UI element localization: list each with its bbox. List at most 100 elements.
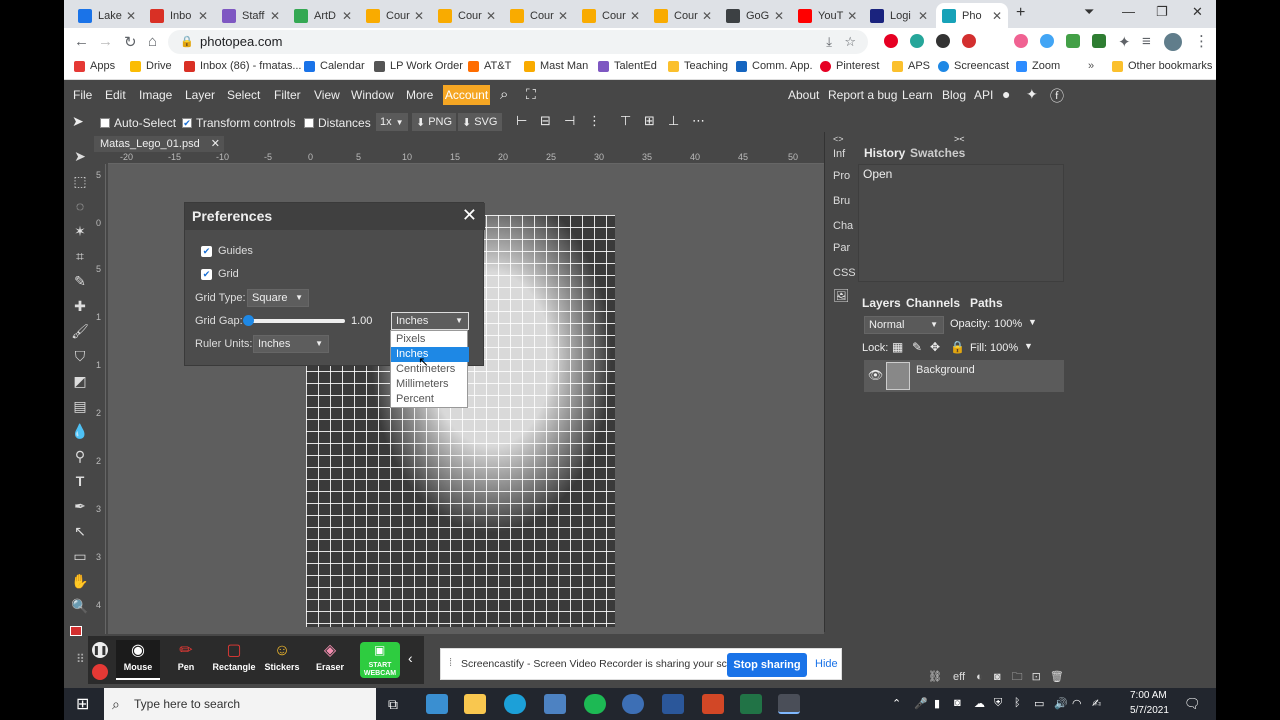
type-tool-icon[interactable]: T (69, 473, 91, 493)
panel-css[interactable]: CSS (833, 267, 856, 279)
panel-paragraph[interactable]: Par (833, 242, 850, 254)
blur-tool-icon[interactable]: 💧 (69, 423, 91, 443)
taskbar-search-input[interactable]: ⌕ Type here to search (104, 688, 376, 720)
menu-edit[interactable]: Edit (105, 88, 126, 102)
browser-tab[interactable]: ArtD ✕ (288, 3, 358, 28)
eraser-tool-icon[interactable]: ◩ (69, 373, 91, 393)
fill-dropdown-icon[interactable]: ▼ (1024, 341, 1033, 351)
menu-more[interactable]: More (406, 88, 433, 102)
menu-file[interactable]: File (73, 88, 92, 102)
extension-icon[interactable] (1014, 34, 1028, 48)
rectangle-tool-icon[interactable]: ▭ (69, 548, 91, 568)
word-icon[interactable] (662, 694, 684, 714)
hand-tool-icon[interactable]: ✋ (69, 573, 91, 593)
notifications-icon[interactable]: 🗨 (1184, 696, 1201, 712)
menu-about[interactable]: About (788, 88, 819, 102)
reddit-icon[interactable]: ● (1002, 86, 1010, 102)
start-webcam-button[interactable]: ▣ START WEBCAM (360, 642, 400, 678)
stop-recording-icon[interactable] (92, 664, 108, 680)
bookmark-lp-work-order[interactable]: LP Work Order (374, 60, 463, 72)
close-window-icon[interactable]: ✕ (1192, 4, 1203, 20)
mouse-tool-button[interactable]: ◉ Mouse (116, 640, 160, 680)
align-middle-icon[interactable]: ⊞ (644, 113, 655, 129)
mask-icon[interactable]: ◙ (994, 671, 1001, 683)
transform-controls-checkbox[interactable]: ✔ Transform controls (182, 116, 296, 130)
layer-row-background[interactable]: 👁 Background (864, 360, 1064, 392)
foreground-color-swatch[interactable] (70, 626, 82, 636)
opacity-value[interactable]: 100% (994, 318, 1022, 330)
bookmark-calendar[interactable]: Calendar (304, 60, 365, 72)
opacity-dropdown-icon[interactable]: ▼ (1028, 317, 1037, 327)
volume-icon[interactable]: 🔊 (1054, 697, 1068, 710)
calculator-icon[interactable] (544, 694, 566, 714)
menu-layer[interactable]: Layer (185, 88, 215, 102)
tab-swatches[interactable]: Swatches (910, 146, 965, 160)
pen-tool-button[interactable]: ✏ Pen (164, 640, 208, 680)
new-tab-icon[interactable]: + (1016, 4, 1025, 22)
bookmark-screencast[interactable]: Screencast (938, 60, 1009, 72)
close-tab-icon[interactable]: ✕ (410, 9, 424, 23)
collapse-toolbar-icon[interactable]: ‹ (408, 650, 413, 666)
spotify-icon[interactable] (584, 694, 606, 714)
bookmark-teaching[interactable]: Teaching (668, 60, 728, 72)
adjustment-layer-icon[interactable]: ◐ (976, 671, 983, 683)
align-right-icon[interactable]: ⊣ (564, 113, 575, 129)
lock-pixels-icon[interactable]: ✎ (912, 340, 922, 354)
onedrive-icon[interactable]: ☁ (974, 697, 985, 710)
option-millimeters[interactable]: Millimeters (391, 377, 469, 392)
reload-icon[interactable]: ↻ (124, 33, 137, 51)
close-tab-icon[interactable]: ✕ (770, 9, 784, 23)
collapse-panel-icon[interactable]: >< (954, 134, 965, 144)
close-tab-icon[interactable]: ✕ (698, 9, 712, 23)
security-icon[interactable]: ⛨ (994, 697, 1002, 710)
option-inches[interactable]: Inches (391, 347, 469, 362)
menu-image[interactable]: Image (139, 88, 172, 102)
option-pixels[interactable]: Pixels (391, 332, 469, 347)
close-tab-icon[interactable]: ✕ (843, 9, 857, 23)
grid-gap-slider-handle[interactable] (243, 315, 254, 326)
magic-wand-tool-icon[interactable]: ✶ (69, 223, 91, 243)
tab-layers[interactable]: Layers (862, 296, 901, 310)
itunes-icon[interactable] (622, 694, 644, 714)
menu-filter[interactable]: Filter (274, 88, 301, 102)
pause-icon[interactable]: ❚❚ (92, 642, 108, 658)
delete-layer-icon[interactable]: 🗑 (1050, 671, 1064, 683)
panel-properties[interactable]: Pro (833, 170, 850, 182)
menu-select[interactable]: Select (227, 88, 260, 102)
close-document-icon[interactable]: ✕ (211, 136, 220, 152)
menu-window[interactable]: Window (351, 88, 394, 102)
browser-tab[interactable]: YouT ✕ (792, 3, 862, 28)
bookmark-aps[interactable]: APS (892, 60, 930, 72)
avatar[interactable] (1164, 33, 1182, 51)
lock-transparency-icon[interactable]: ▦ (892, 340, 903, 354)
layer-effects-icon[interactable]: eff (953, 671, 965, 683)
link-layers-icon[interactable]: ⛓ (928, 671, 942, 683)
bookmark-drive[interactable]: Drive (130, 60, 172, 72)
image-panel-icon[interactable]: 🖼 (833, 288, 850, 304)
horizontal-ruler[interactable]: -20 -15 -10 -5 0 5 10 15 20 25 30 35 40 … (108, 152, 824, 164)
bookmark-other[interactable]: Other bookmarks (1112, 60, 1212, 72)
hide-button[interactable]: Hide (815, 658, 838, 670)
clock-time[interactable]: 7:00 AM (1130, 690, 1167, 701)
browser-tab[interactable]: Cour ✕ (576, 3, 646, 28)
more-bookmarks-icon[interactable]: » (1088, 60, 1094, 72)
extension-icon[interactable] (1092, 34, 1106, 48)
camera-icon[interactable]: ◙ (954, 697, 961, 709)
eraser-tool-button[interactable]: ◈ Eraser (308, 640, 352, 680)
close-tab-icon[interactable]: ✕ (482, 9, 496, 23)
back-icon[interactable]: ← (74, 33, 89, 50)
bookmark-star-icon[interactable]: ☆ (844, 30, 856, 54)
panel-info[interactable]: Inf (833, 148, 845, 160)
tab-history[interactable]: History (864, 146, 905, 160)
pen-tool-icon[interactable]: ✒ (69, 498, 91, 518)
browser-tab[interactable]: GoG ✕ (720, 3, 790, 28)
extension-icon[interactable] (1066, 34, 1080, 48)
brush-tool-icon[interactable]: 🖌 (69, 323, 91, 343)
expand-panels-icon[interactable]: <> (833, 134, 844, 144)
grid-type-select[interactable]: Square ▼ (247, 289, 309, 307)
close-tab-icon[interactable]: ✕ (266, 9, 280, 23)
edge-icon[interactable] (504, 694, 526, 714)
close-tab-icon[interactable]: ✕ (554, 9, 568, 23)
stop-sharing-button[interactable]: Stop sharing (727, 653, 807, 677)
maximize-icon[interactable]: ❐ (1156, 4, 1168, 20)
